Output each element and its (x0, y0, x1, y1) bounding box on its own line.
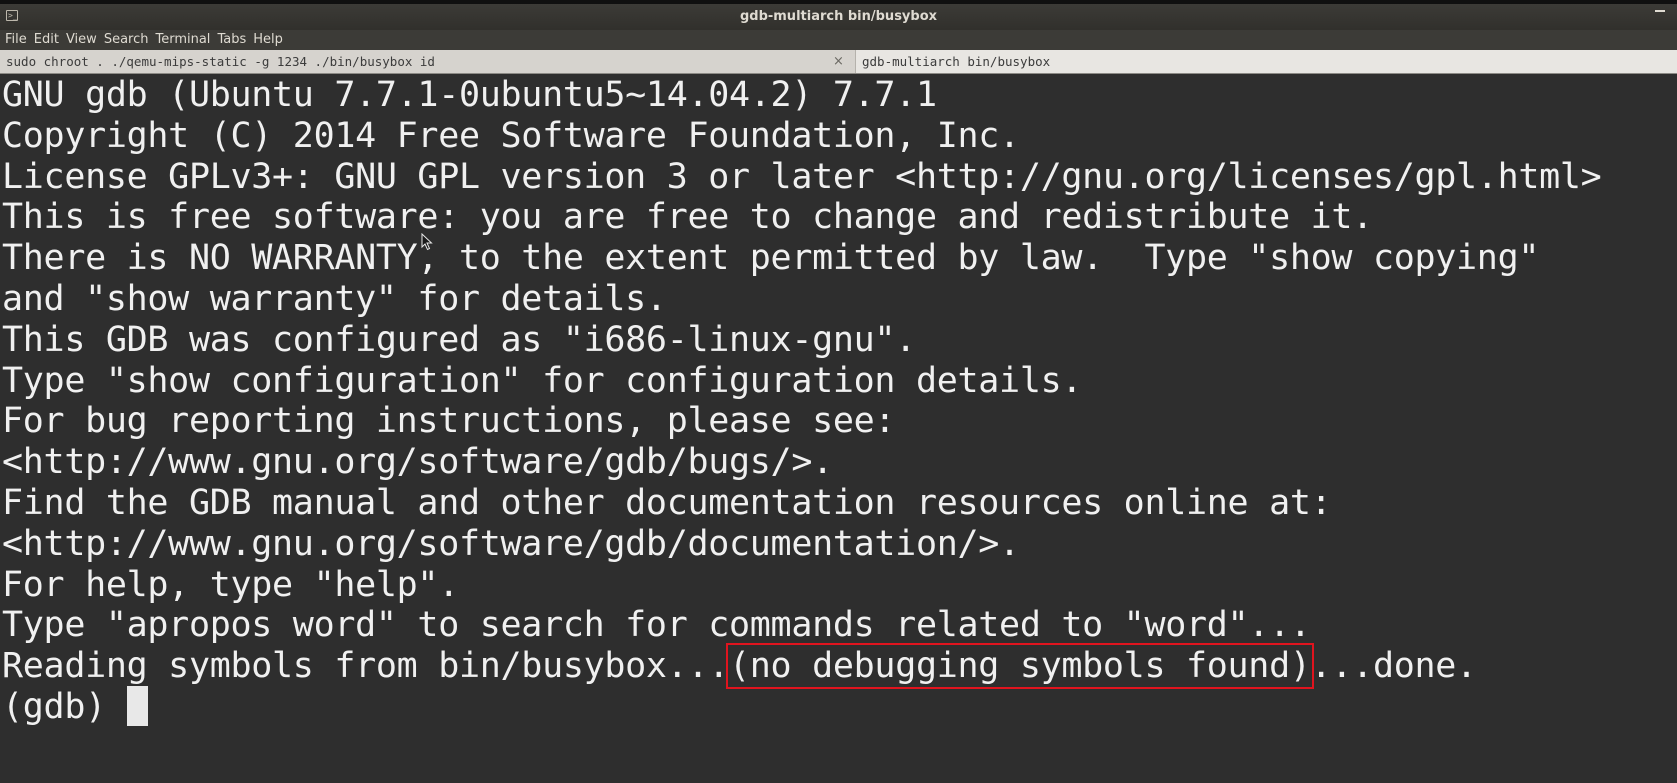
terminal-line: Copyright (C) 2014 Free Software Foundat… (2, 115, 1020, 156)
gdb-prompt-line[interactable]: (gdb) (2, 686, 148, 730)
menubar: File Edit View Search Terminal Tabs Help (0, 30, 1677, 50)
menu-tabs[interactable]: Tabs (217, 31, 246, 49)
terminal-line: Type "apropos word" to search for comman… (2, 605, 1311, 646)
minimize-icon[interactable] (1655, 10, 1665, 12)
reading-symbols-line: Reading symbols from bin/busybox...(no d… (2, 643, 1477, 690)
tab-label: gdb-multiarch bin/busybox (862, 54, 1051, 69)
terminal-line: There is NO WARRANTY, to the extent perm… (2, 238, 1540, 279)
terminal-line: <http://www.gnu.org/software/gdb/bugs/>. (2, 442, 833, 483)
tab-qemu-chroot[interactable]: sudo chroot . ./qemu-mips-static -g 1234… (0, 50, 855, 73)
tab-label: sudo chroot . ./qemu-mips-static -g 1234… (6, 54, 435, 69)
terminal-line: For help, type "help". (2, 564, 459, 605)
menu-view[interactable]: View (66, 31, 97, 49)
menu-edit[interactable]: Edit (34, 31, 59, 49)
tab-bar: sudo chroot . ./qemu-mips-static -g 1234… (0, 50, 1677, 74)
menu-terminal[interactable]: Terminal (155, 31, 210, 49)
terminal-line: and "show warranty" for details. (2, 279, 667, 319)
gdb-prompt: (gdb) (2, 687, 127, 727)
terminal-output[interactable]: GNU gdb (Ubuntu 7.7.1-0ubuntu5~14.04.2) … (0, 74, 1677, 783)
terminal-line: Type "show configuration" for configurat… (2, 360, 1083, 401)
terminal-line: Find the GDB manual and other documentat… (2, 483, 1332, 523)
reading-symbols-prefix: Reading symbols from bin/busybox... (2, 646, 730, 687)
terminal-line: For bug reporting instructions, please s… (2, 401, 896, 442)
terminal-line: License GPLv3+: GNU GPL version 3 or lat… (2, 156, 1602, 197)
terminal-line: GNU gdb (Ubuntu 7.7.1-0ubuntu5~14.04.2) … (2, 75, 937, 115)
menu-search[interactable]: Search (104, 31, 149, 49)
terminal-line: This is free software: you are free to c… (2, 197, 1373, 238)
menu-file[interactable]: File (5, 31, 27, 49)
window-title: gdb-multiarch bin/busybox (739, 9, 938, 24)
reading-symbols-suffix: ...done. (1310, 646, 1477, 687)
tab-gdb-multiarch[interactable]: gdb-multiarch bin/busybox (855, 50, 1677, 73)
close-tab-icon[interactable]: × (833, 50, 844, 73)
terminal-line: <http://www.gnu.org/software/gdb/documen… (2, 523, 1020, 564)
menu-help[interactable]: Help (253, 31, 283, 49)
terminal-line: This GDB was configured as "i686-linux-g… (2, 319, 916, 360)
text-cursor (126, 686, 148, 726)
mouse-pointer-icon (421, 233, 433, 251)
no-debug-symbols-highlight: (no debugging symbols found) (726, 643, 1314, 690)
